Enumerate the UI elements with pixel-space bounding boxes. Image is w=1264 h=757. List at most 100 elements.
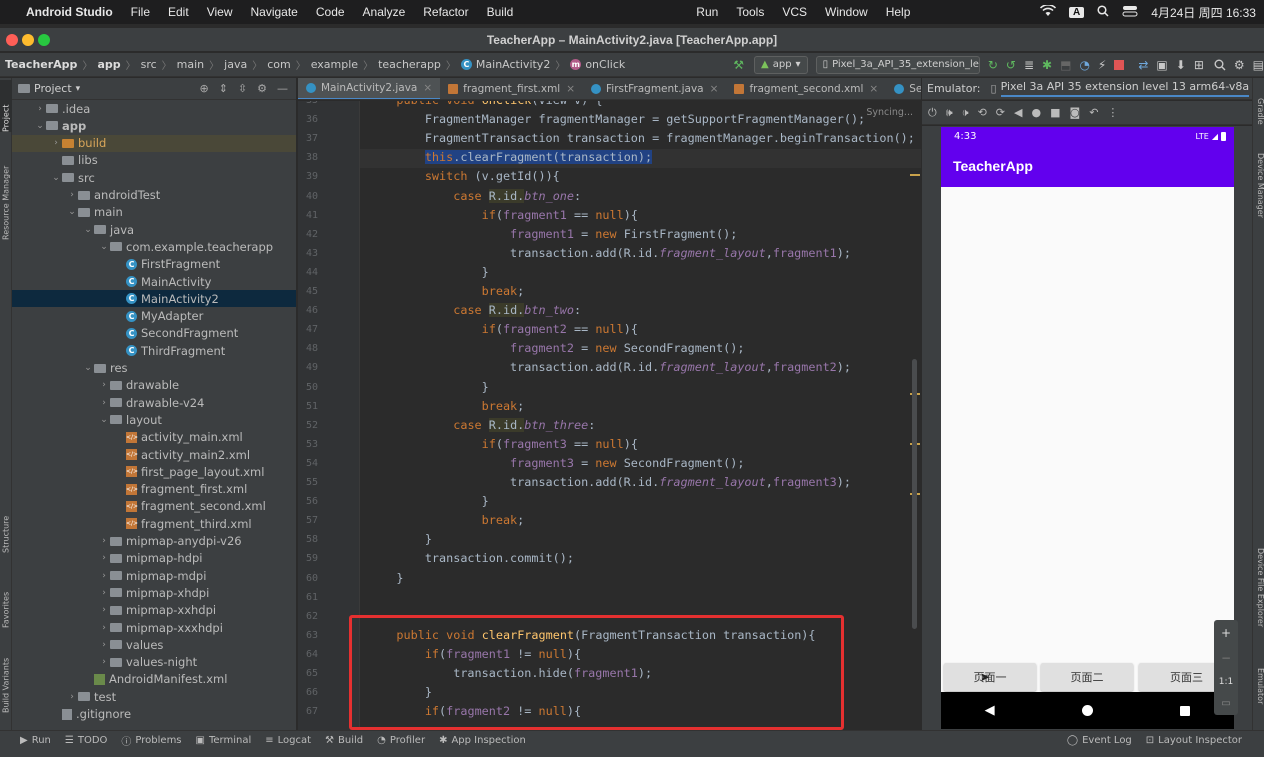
- search-icon[interactable]: [1214, 56, 1226, 74]
- breadcrumb-item-main[interactable]: main: [177, 58, 204, 71]
- chevron-down-icon[interactable]: ⌄: [82, 225, 94, 235]
- tree-item[interactable]: ⌄ layout: [12, 411, 296, 428]
- tree-item[interactable]: C ThirdFragment: [12, 342, 296, 359]
- tool-window-gradle[interactable]: Gradle: [1253, 98, 1264, 125]
- attach-process-icon[interactable]: ⚡: [1098, 56, 1106, 74]
- tree-item[interactable]: › mipmap-xxxhdpi: [12, 619, 296, 636]
- tree-item[interactable]: ⌄ src: [12, 169, 296, 186]
- tree-item[interactable]: ⌄ app: [12, 117, 296, 134]
- menu-build[interactable]: Build: [487, 5, 514, 19]
- tool-window-project[interactable]: Project: [0, 80, 12, 132]
- debug-icon[interactable]: ✱: [1042, 56, 1052, 74]
- tree-item[interactable]: C FirstFragment: [12, 256, 296, 273]
- tree-item[interactable]: › mipmap-anydpi-v26: [12, 533, 296, 550]
- code-line[interactable]: this.clearFragment(transaction);: [368, 150, 653, 165]
- chevron-down-icon[interactable]: ⌄: [34, 121, 46, 131]
- code-line[interactable]: }: [368, 685, 432, 699]
- code-line[interactable]: if(fragment2 != null){: [368, 704, 581, 718]
- breadcrumb-item-teacherapp[interactable]: teacherapp: [378, 58, 441, 71]
- layout-inspector-tool-button[interactable]: ⊡ Layout Inspector: [1146, 735, 1242, 746]
- tree-item[interactable]: › androidTest: [12, 187, 296, 204]
- control-center-icon[interactable]: [1122, 5, 1138, 20]
- close-tab-icon[interactable]: ×: [710, 83, 719, 95]
- stop-icon[interactable]: [1114, 56, 1125, 74]
- tree-item[interactable]: › values-night: [12, 654, 296, 671]
- code-line[interactable]: }: [368, 265, 489, 279]
- nav-recents-icon[interactable]: [1180, 705, 1191, 716]
- code-line[interactable]: transaction.add(R.id.fragment_layout,fra…: [368, 360, 851, 374]
- tool-window-favorites[interactable]: Favorites: [0, 568, 12, 628]
- code-line[interactable]: if(fragment3 == null){: [368, 437, 638, 451]
- locate-file-icon[interactable]: ⊕: [199, 82, 208, 95]
- rotate-left-icon[interactable]: ⟲: [978, 106, 987, 119]
- tab-secondfragment-java[interactable]: SecondF: [886, 78, 921, 99]
- chevron-right-icon[interactable]: ›: [98, 536, 110, 546]
- event-log-tool-button[interactable]: ◯ Event Log: [1067, 735, 1132, 746]
- zoom-actual-size-button[interactable]: 1:1: [1219, 677, 1233, 687]
- tree-item[interactable]: </> fragment_third.xml: [12, 515, 296, 532]
- tree-item[interactable]: › .idea: [12, 100, 296, 117]
- code-line[interactable]: transaction.commit();: [368, 551, 574, 565]
- code-line[interactable]: public void onClick(View v) {: [368, 101, 602, 107]
- wifi-icon[interactable]: [1039, 3, 1057, 20]
- menu-window[interactable]: Window: [825, 5, 868, 19]
- tab-firstfragment-java[interactable]: FirstFragment.java ×: [583, 78, 726, 99]
- code-line[interactable]: fragment2 = new SecondFragment();: [368, 341, 744, 355]
- chevron-right-icon[interactable]: ›: [98, 398, 110, 408]
- minimize-window-button[interactable]: [22, 34, 34, 46]
- tree-item[interactable]: › mipmap-xxhdpi: [12, 602, 296, 619]
- chevron-right-icon[interactable]: ›: [98, 640, 110, 650]
- chevron-right-icon[interactable]: ›: [98, 623, 110, 633]
- tree-item[interactable]: ⌄ res: [12, 360, 296, 377]
- breadcrumb-item-method[interactable]: onClick: [585, 58, 625, 71]
- breadcrumb-item-project[interactable]: TeacherApp: [5, 58, 77, 71]
- settings-gear-icon[interactable]: ⚙: [1234, 56, 1245, 74]
- logcat-tool-button[interactable]: ≡ Logcat: [265, 735, 311, 746]
- zoom-fit-icon[interactable]: ▭: [1221, 698, 1230, 709]
- code-line[interactable]: case R.id.btn_two:: [368, 303, 581, 318]
- run-tool-button[interactable]: ▶ Run: [20, 735, 51, 746]
- phone-screen[interactable]: 4:33 LTE ◢ TeacherApp 页面一 页面二 页面三 ➤ ◀: [941, 127, 1234, 729]
- chevron-right-icon[interactable]: ›: [66, 190, 78, 200]
- chevron-down-icon[interactable]: ⌄: [82, 363, 94, 373]
- chevron-down-icon[interactable]: ⌄: [50, 173, 62, 183]
- device-selector[interactable]: ▯ Pixel_3a_API_35_extension_level_13_a: [815, 55, 980, 74]
- run-config-selector[interactable]: ▲ app ▾: [754, 55, 808, 74]
- tab-fragment-first-xml[interactable]: fragment_first.xml ×: [440, 78, 583, 99]
- more-options-icon[interactable]: ⋮: [1107, 106, 1118, 119]
- run-coverage-icon[interactable]: ≣: [1024, 56, 1034, 74]
- tool-window-build-variants[interactable]: Build Variants: [0, 643, 12, 713]
- snapshot-icon[interactable]: ↶: [1089, 106, 1098, 119]
- tree-item[interactable]: libs: [12, 152, 296, 169]
- code-line[interactable]: switch (v.getId()){: [368, 169, 560, 183]
- tree-item[interactable]: › mipmap-mdpi: [12, 567, 296, 584]
- code-line[interactable]: break;: [368, 399, 525, 413]
- tree-item[interactable]: .gitignore: [12, 706, 296, 723]
- code-line[interactable]: transaction.add(R.id.fragment_layout,fra…: [368, 246, 851, 260]
- power-icon[interactable]: ⏻: [928, 106, 937, 120]
- breadcrumb-item-app[interactable]: app: [97, 58, 120, 71]
- tree-item[interactable]: › mipmap-hdpi: [12, 550, 296, 567]
- page-two-button[interactable]: 页面二: [1041, 663, 1133, 691]
- tool-window-structure[interactable]: Structure: [0, 493, 12, 553]
- menubar-datetime[interactable]: 4月24日 周四 16:33: [1151, 4, 1256, 21]
- code-line[interactable]: }: [368, 571, 403, 585]
- menu-code[interactable]: Code: [316, 5, 345, 19]
- chevron-right-icon[interactable]: ›: [98, 657, 110, 667]
- tree-item[interactable]: C SecondFragment: [12, 325, 296, 342]
- chevron-right-icon[interactable]: ›: [98, 605, 110, 615]
- tree-item[interactable]: ⌄ com.example.teacherapp: [12, 238, 296, 255]
- chevron-right-icon[interactable]: ›: [98, 588, 110, 598]
- screenshot-icon[interactable]: ◙: [1070, 106, 1081, 119]
- profiler-tool-button[interactable]: ◔ Profiler: [377, 735, 425, 746]
- nav-home-icon[interactable]: [1081, 705, 1093, 716]
- tree-item[interactable]: › values: [12, 636, 296, 653]
- menu-refactor[interactable]: Refactor: [423, 5, 468, 19]
- zoom-out-button[interactable]: −: [1221, 651, 1231, 665]
- tool-window-device-manager[interactable]: Device Manager: [1253, 153, 1264, 218]
- home-icon[interactable]: ●: [1031, 106, 1041, 119]
- overview-icon[interactable]: ■: [1050, 106, 1060, 119]
- chevron-down-icon[interactable]: ▾: [76, 84, 81, 94]
- breadcrumb-item-com[interactable]: com: [267, 58, 291, 71]
- tool-window-emulator[interactable]: Emulator: [1253, 668, 1264, 704]
